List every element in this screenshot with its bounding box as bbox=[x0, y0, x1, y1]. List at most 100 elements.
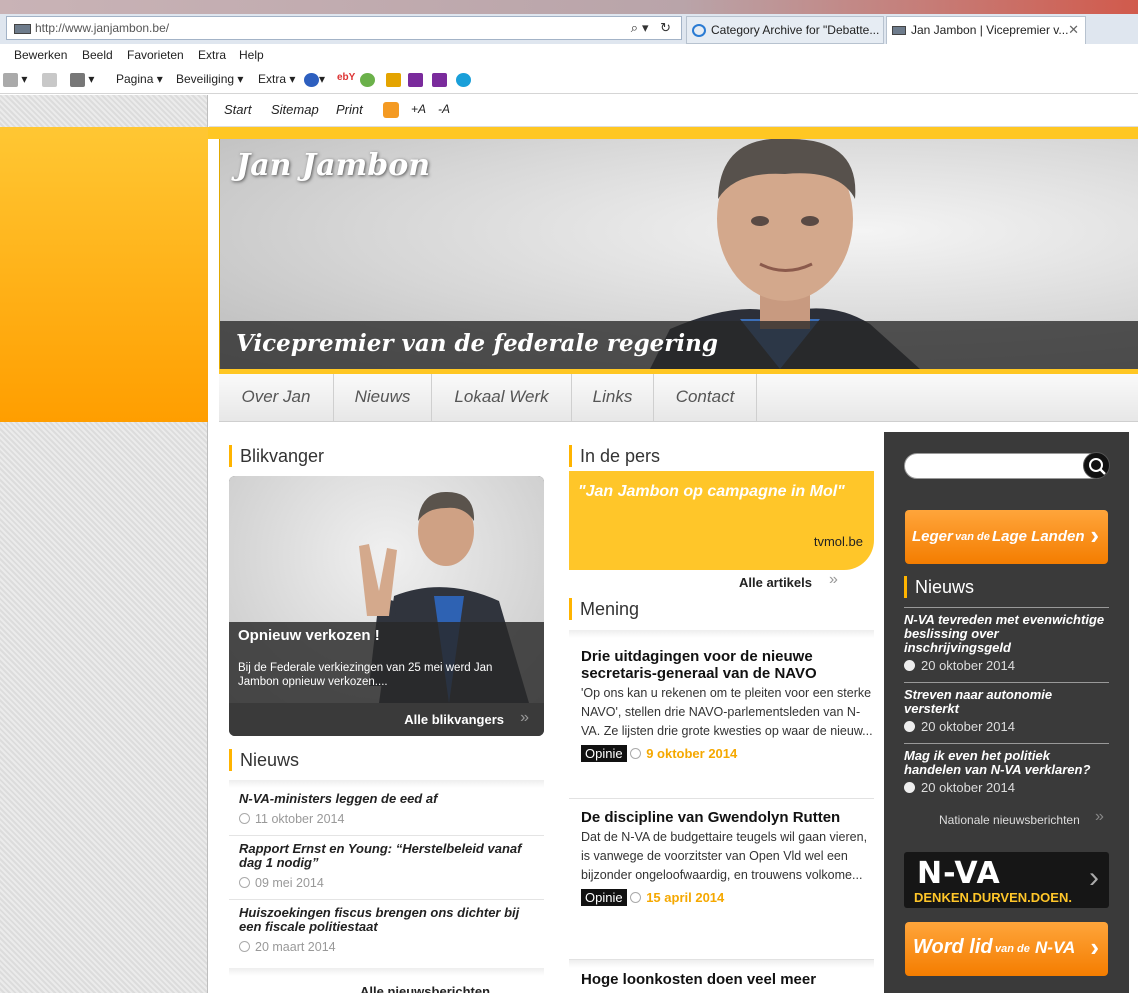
news-date: 09 mei 2014 bbox=[229, 876, 544, 890]
skype-icon[interactable] bbox=[456, 72, 471, 87]
page-menu[interactable]: Pagina ▾ bbox=[116, 72, 163, 86]
pers-source: tvmol.be bbox=[813, 534, 863, 549]
page-icon bbox=[892, 26, 906, 35]
menu-favorieten[interactable]: Favorieten bbox=[127, 48, 184, 62]
onenote-icon-2[interactable] bbox=[432, 72, 447, 87]
extra-menu[interactable]: Extra ▾ bbox=[258, 72, 295, 86]
sidebar-news-date: 20 oktober 2014 bbox=[904, 719, 1109, 734]
opinion-article[interactable]: Drie uitdagingen voor de nieuwe secretar… bbox=[569, 648, 874, 799]
menu-beeld[interactable]: Beeld bbox=[82, 48, 113, 62]
left-orange-band bbox=[0, 127, 208, 422]
all-blikvangers-link[interactable]: Alle blikvangers bbox=[404, 712, 504, 727]
pers-heading: In de pers bbox=[569, 445, 660, 467]
sitemap-link[interactable]: Sitemap bbox=[271, 102, 319, 117]
security-menu[interactable]: Beveiliging ▾ bbox=[176, 72, 243, 86]
divider bbox=[569, 960, 874, 968]
onenote-icon[interactable] bbox=[408, 72, 423, 87]
chevron-right-icon: › bbox=[1089, 861, 1099, 894]
sidebar-nieuws-heading: Nieuws bbox=[904, 576, 974, 598]
ebay-icon[interactable]: ebY bbox=[337, 72, 355, 83]
divider bbox=[569, 630, 874, 638]
clock-icon bbox=[904, 660, 915, 671]
search-icon bbox=[1089, 458, 1106, 475]
article-meta: Opinie 9 oktober 2014 bbox=[569, 745, 874, 762]
font-increase-link[interactable]: +A bbox=[411, 102, 426, 116]
pers-card[interactable]: "Jan Jambon op campagne in Mol" tvmol.be bbox=[569, 471, 874, 570]
address-bar[interactable]: http://www.janjambon.be/ ⌕▾ ↻ bbox=[6, 16, 682, 40]
help-icon[interactable]: ▾ bbox=[304, 72, 325, 87]
divider bbox=[229, 968, 544, 976]
browser-title-strip bbox=[0, 0, 1138, 14]
tab-category-archive[interactable]: Category Archive for "Debatte... bbox=[686, 16, 884, 44]
menu-extra[interactable]: Extra bbox=[198, 48, 226, 62]
hero-name: Jan Jambon bbox=[236, 148, 431, 183]
sidebar-news-item[interactable]: Mag ik even het politiek handelen van N-… bbox=[904, 743, 1109, 804]
pers-quote[interactable]: "Jan Jambon op campagne in Mol" bbox=[578, 482, 858, 501]
nav-contact[interactable]: Contact bbox=[654, 374, 757, 422]
news-item[interactable]: Huiszoekingen fiscus brengen ons dichter… bbox=[229, 906, 544, 966]
article-title[interactable]: Hoge loonkosten doen veel meer bbox=[569, 971, 874, 988]
tab-label: Category Archive for "Debatte... bbox=[711, 23, 880, 37]
nav-links[interactable]: Links bbox=[572, 374, 654, 422]
address-url: http://www.janjambon.be/ bbox=[35, 21, 170, 35]
article-excerpt: 'Op ons kan u rekenen om te pleiten voor… bbox=[581, 686, 873, 738]
addon-icon[interactable] bbox=[386, 72, 401, 87]
mail-icon[interactable] bbox=[42, 72, 57, 87]
sidebar-news-title[interactable]: Mag ik even het politiek handelen van N-… bbox=[904, 744, 1109, 777]
news-title[interactable]: N-VA-ministers leggen de eed af bbox=[229, 792, 544, 806]
news-item[interactable]: N-VA-ministers leggen de eed af 11 oktob… bbox=[229, 792, 544, 836]
blikvanger-title[interactable]: Opnieuw verkozen ! bbox=[238, 627, 380, 644]
national-news-link[interactable]: Nationale nieuwsberichten bbox=[939, 813, 1080, 827]
clock-icon bbox=[239, 877, 250, 888]
clock-icon bbox=[239, 813, 250, 824]
rss-icon[interactable] bbox=[383, 102, 399, 118]
word-lid-button[interactable]: Word lid van de N-VA › bbox=[905, 922, 1108, 976]
sidebar-news-title[interactable]: Streven naar autonomie versterkt bbox=[904, 683, 1109, 716]
sidebar-news-title[interactable]: N-VA tevreden met evenwichtige beslissin… bbox=[904, 608, 1109, 655]
close-icon[interactable]: ✕ bbox=[1068, 22, 1079, 38]
opinion-article[interactable]: Hoge loonkosten doen veel meer bbox=[569, 971, 874, 993]
all-nieuws-link[interactable]: Alle nieuwsberichten bbox=[360, 984, 490, 993]
menu-help[interactable]: Help bbox=[239, 48, 264, 62]
article-date: 15 april 2014 bbox=[646, 890, 725, 905]
menu-bar: Bewerken Beeld Favorieten Extra Help bbox=[0, 44, 1138, 66]
news-title[interactable]: Rapport Ernst en Young: “Herstelbeleid v… bbox=[229, 842, 544, 870]
news-title[interactable]: Huiszoekingen fiscus brengen ons dichter… bbox=[229, 906, 544, 934]
print-link[interactable]: Print bbox=[336, 102, 363, 117]
menu-bewerken[interactable]: Bewerken bbox=[14, 48, 67, 62]
sidebar-news-item[interactable]: Streven naar autonomie versterkt 20 okto… bbox=[904, 682, 1109, 743]
start-link[interactable]: Start bbox=[224, 102, 251, 117]
news-date: 11 oktober 2014 bbox=[229, 812, 544, 826]
rss-feed-icon[interactable]: ▾ bbox=[3, 72, 27, 87]
article-meta: Opinie 15 april 2014 bbox=[569, 889, 874, 906]
article-title[interactable]: Drie uitdagingen voor de nieuwe secretar… bbox=[569, 648, 874, 682]
clock-icon bbox=[630, 748, 642, 759]
double-chevron-icon: » bbox=[520, 709, 529, 726]
nav-nieuws[interactable]: Nieuws bbox=[334, 374, 432, 422]
leger-lage-landen-button[interactable]: Leger van de Lage Landen › bbox=[905, 510, 1108, 564]
tab-jan-jambon[interactable]: Jan Jambon | Vicepremier v... ✕ bbox=[886, 16, 1086, 44]
nav-over-jan[interactable]: Over Jan bbox=[219, 374, 334, 422]
category-badge[interactable]: Opinie bbox=[581, 889, 627, 906]
tab-label: Jan Jambon | Vicepremier v... bbox=[911, 23, 1069, 37]
nva-banner[interactable]: N-VA DENKEN.DURVEN.DOEN. › bbox=[904, 852, 1109, 908]
hero-tagline: Vicepremier van de federale regering bbox=[236, 330, 718, 357]
nav-lokaal-werk[interactable]: Lokaal Werk bbox=[432, 374, 572, 422]
chevron-right-icon: › bbox=[1090, 932, 1099, 962]
news-item[interactable]: Rapport Ernst en Young: “Herstelbeleid v… bbox=[229, 842, 544, 900]
search-refresh-icon[interactable]: ⌕▾ ↻ bbox=[631, 20, 675, 36]
opinion-article[interactable]: De discipline van Gwendolyn Rutten Dat d… bbox=[569, 809, 874, 960]
article-title[interactable]: De discipline van Gwendolyn Rutten bbox=[569, 809, 874, 826]
search-input[interactable] bbox=[904, 453, 1109, 479]
messenger-icon[interactable] bbox=[360, 72, 375, 87]
all-artikels-link[interactable]: Alle artikels bbox=[739, 575, 812, 590]
search-button[interactable] bbox=[1083, 452, 1110, 479]
article-excerpt: Dat de N-VA de budgettaire teugels wil g… bbox=[581, 830, 868, 882]
double-chevron-icon: » bbox=[1095, 808, 1104, 825]
category-badge[interactable]: Opinie bbox=[581, 745, 627, 762]
blikvanger-heading: Blikvanger bbox=[229, 445, 324, 467]
font-decrease-link[interactable]: -A bbox=[438, 102, 450, 116]
sidebar-news-item[interactable]: N-VA tevreden met evenwichtige beslissin… bbox=[904, 607, 1109, 682]
page-icon bbox=[14, 24, 31, 34]
print-icon[interactable]: ▾ bbox=[70, 72, 94, 87]
